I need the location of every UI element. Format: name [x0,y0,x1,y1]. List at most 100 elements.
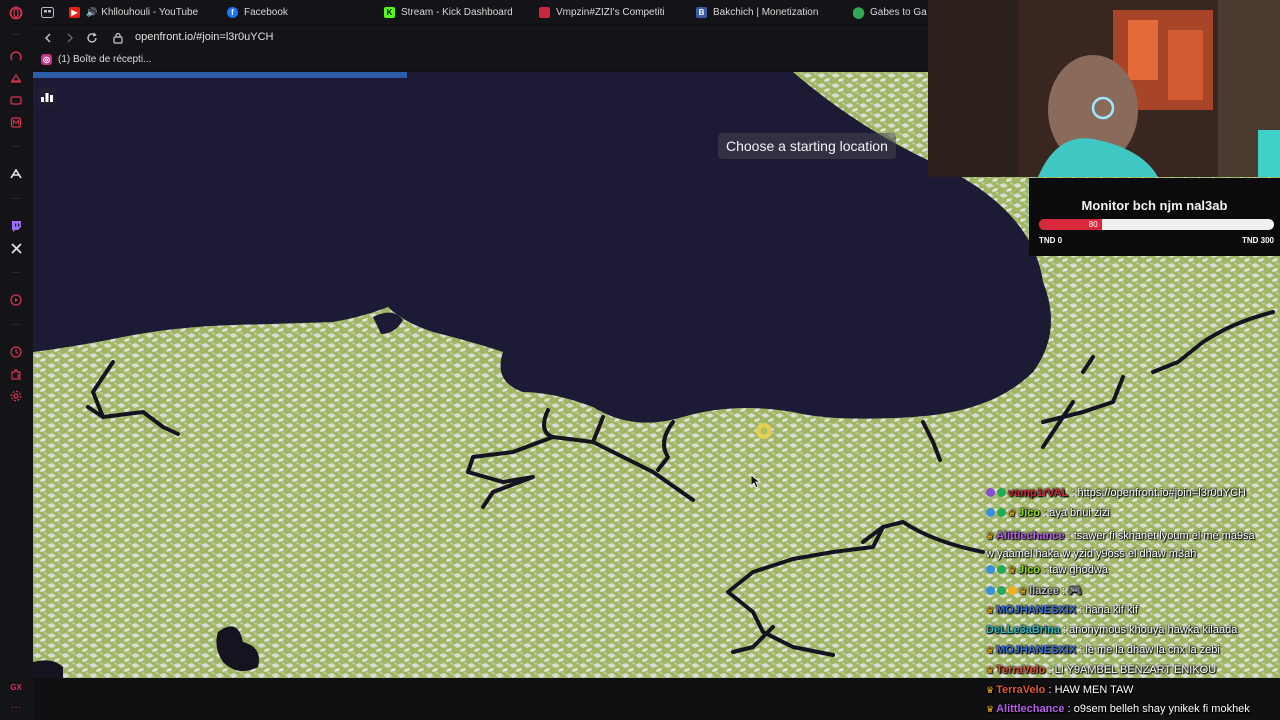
forward-button[interactable] [62,30,78,46]
crown-badge-icon: ♛ [986,605,995,615]
reload-button[interactable] [84,30,100,46]
chat-message: ♛ Jico : taw ghodwa [986,564,1280,576]
chat-text: : o9sem belleh shay ynikek fi mokhek [1064,703,1250,715]
mouse-cursor-icon [750,474,762,494]
chat-text: : LI Y9AMBEL BENZART ENIKOU [1045,664,1217,676]
sidebar-divider [12,198,20,199]
opera-logo-icon[interactable] [8,5,24,21]
chat-text: : tsawer fi skhanet lyoum el mé ma9sa [1064,530,1255,542]
goal-title: Monitor bch njm nal3ab [1081,198,1228,213]
sidebar-divider [12,324,20,325]
sidebar-divider [12,146,20,147]
chat-text: : taw ghodwa [1040,564,1108,576]
webcam-feed [928,0,1280,177]
bakchich-icon: B [696,6,707,18]
chat-text: : le me la dhaw la cnx la zebi [1076,644,1220,656]
x-twitter-icon[interactable] [8,240,24,256]
goal-progress-fill: 80 [1039,219,1102,230]
chat-username[interactable]: Alittlechance [996,530,1064,542]
shopping-icon[interactable] [8,70,24,86]
crown-badge-icon: ♛ [986,685,995,695]
arc-icon[interactable] [8,166,24,182]
loading-progress-bar [33,72,408,78]
youtube-icon: ▶ [69,6,80,18]
tab-label: Vmpzin#ZIZI's Competiti [556,6,665,18]
speaker-icon[interactable]: 🔊 [86,7,97,18]
settings-gear-icon[interactable] [8,388,24,404]
chat-text: : HAW MEN TAW [1045,684,1134,696]
tab-youtube[interactable]: ▶ 🔊 Khllouhouli - YouTube [69,4,209,20]
chat-text: : aya bnui zizi [1040,507,1110,519]
more-options-icon[interactable]: ··· [8,700,24,716]
screen: GX ··· ▶ 🔊 Khllouhouli - YouTube f Faceb… [0,0,1280,720]
chat-badge-icon [986,586,995,595]
crown-badge-icon: ♛ [1008,508,1017,518]
gx-logo-icon[interactable]: GX [8,680,24,696]
chat-username[interactable]: llazee [1029,585,1059,597]
wallet-icon[interactable] [8,92,24,108]
lock-icon[interactable] [113,31,123,44]
chat-username[interactable]: Alittlechance [996,703,1064,715]
goal-max-label: TND 300 [1241,236,1274,245]
chat-badge-icon [986,488,995,497]
chat-username[interactable]: Jico [1018,564,1040,576]
chat-username[interactable]: vamp1rVAL [1008,487,1068,499]
goal-min-label: TND 0 [1039,236,1063,245]
goal-progress-bar: 80 [1039,219,1274,230]
tab-competitions[interactable]: Vmpzin#ZIZI's Competiti [539,4,679,20]
chat-message: DeLLe3aBrina : anonymous khouya hawka ki… [986,624,1280,636]
chat-message: ♛ Jico : aya bnui zizi [986,507,1280,519]
tab-maps[interactable]: ⬤ Gabes to Ga [853,4,928,20]
bookmark-label: (1) Boîte de récepti... [58,54,152,65]
maps-pin-icon: ⬤ [853,6,865,19]
tab-overview-icon[interactable] [41,4,54,20]
crown-badge-icon: ♛ [986,665,995,675]
chat-username[interactable]: MOJHANESXIX [996,644,1076,656]
player-icon[interactable] [8,292,24,308]
bookmarks-bar: ◎ (1) Boîte de récepti... [33,51,928,71]
mail-icon[interactable] [8,114,24,130]
chat-badge-icon [997,488,1006,497]
leaderboard-button[interactable] [37,87,57,107]
chat-username[interactable]: TerraVelo [996,664,1045,676]
chat-message: ♛ llazee : 🎮 [986,584,1280,597]
chat-message: ♛ TerraVelo : HAW MEN TAW [986,684,1280,696]
chat-text: : anonymous khouya hawka kilaada [1059,624,1238,636]
history-icon[interactable] [8,344,24,360]
goal-current-value: 80 [1088,220,1098,229]
chat-text: : 🎮 [1059,585,1082,597]
chat-username[interactable]: MOJHANESXIX [996,604,1076,616]
tab-facebook[interactable]: f Facebook [227,4,357,20]
tab-label: Khllouhouli - YouTube [101,6,199,18]
tab-label: Stream - Kick Dashboard [401,6,513,18]
crown-badge-icon: ♛ [1008,565,1017,575]
chat-badge-icon [986,508,995,517]
chat-text: : hana kif kif [1076,604,1138,616]
bookmark-instagram-inbox[interactable]: ◎ (1) Boîte de récepti... [41,54,151,65]
chat-badge-icon [997,586,1006,595]
tab-label: Bakchich | Monetization [713,6,819,18]
tab-bakchich[interactable]: B Bakchich | Monetization [696,4,832,20]
chat-text: w yaamel haka w yzid y9oss el dhaw m3ah [986,548,1197,560]
back-button[interactable] [40,30,56,46]
kick-icon: K [384,6,395,18]
chat-message: ♛ MOJHANESXIX : hana kif kif [986,604,1280,616]
chat-username[interactable]: TerraVelo [996,684,1045,696]
url-field[interactable]: openfront.io/#join=l3r0uYCH [135,31,274,43]
chat-badge-icon [997,508,1006,517]
tab-kick-dashboard[interactable]: K Stream - Kick Dashboard [384,4,524,20]
chat-username[interactable]: Jico [1018,507,1040,519]
chat-text: : https://openfront.io#join=l3r0uYCH [1068,487,1246,499]
chat-message: ♛ Alittlechance : o9sem belleh shay ynike… [986,703,1280,715]
webcam-image [928,0,1280,177]
chat-message: vamp1rVAL : https://openfront.io#join=l3… [986,487,1280,499]
chat-message: ♛ TerraVelo : LI Y9AMBEL BENZART ENIKOU [986,664,1280,676]
aria-icon[interactable] [8,48,24,64]
chat-username[interactable]: DeLLe3aBrina [986,624,1060,636]
extensions-icon[interactable] [8,366,24,382]
sidebar-divider [12,34,20,35]
chat-overlay: vamp1rVAL : https://openfront.io#join=l3… [986,484,1280,720]
chat-badge-icon [1008,586,1017,595]
twitch-icon[interactable] [8,218,24,234]
crown-badge-icon: ♛ [986,645,995,655]
